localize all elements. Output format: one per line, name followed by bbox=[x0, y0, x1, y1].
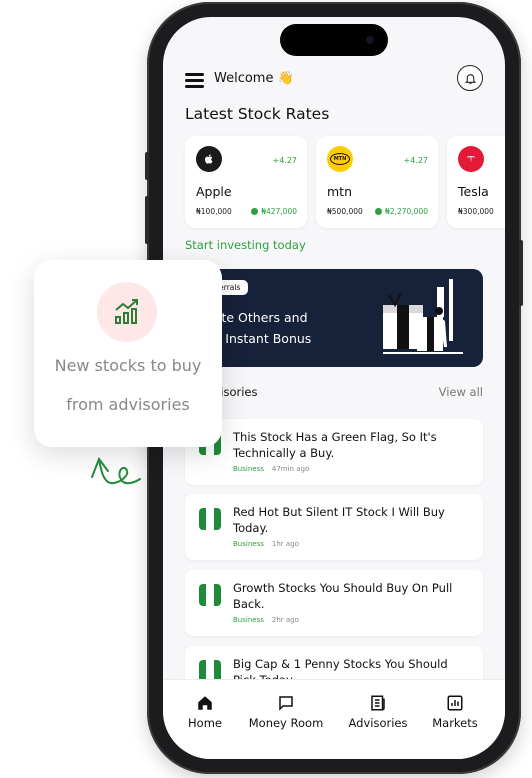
advisory-time: 1hr ago bbox=[271, 540, 299, 548]
advisory-headline: Growth Stocks You Should Buy On Pull Bac… bbox=[233, 581, 453, 611]
phone-volume-up bbox=[145, 196, 149, 244]
new-stocks-card[interactable]: New stocks to buy from advisories bbox=[34, 260, 222, 447]
advisory-time: 2hr ago bbox=[271, 616, 299, 624]
stock-change: +4.27 bbox=[272, 156, 297, 165]
nav-label: Markets bbox=[432, 716, 478, 730]
green-flag-icon bbox=[199, 584, 221, 606]
advisory-headline: This Stock Has a Green Flag, So It's Tec… bbox=[233, 430, 437, 460]
advisory-meta: Business 1hr ago bbox=[233, 540, 299, 548]
bar-chart-icon bbox=[447, 695, 463, 711]
float-card-line-1: New stocks to buy bbox=[54, 356, 202, 375]
start-investing-link[interactable]: Start investing today bbox=[185, 238, 306, 252]
mtn-logo-text: MTN bbox=[330, 153, 350, 165]
stock-card-tesla[interactable]: Tesla ₦300,000 bbox=[447, 136, 505, 228]
notification-bell-icon[interactable] bbox=[457, 65, 483, 91]
stock-price: ₦500,000 bbox=[327, 207, 363, 216]
growth-chart-icon bbox=[97, 282, 157, 342]
view-all-link[interactable]: View all bbox=[439, 385, 483, 399]
section-title: Latest Stock Rates bbox=[185, 105, 330, 123]
nav-markets[interactable]: Markets bbox=[415, 694, 495, 730]
stock-card-mtn[interactable]: MTN +4.27 mtn ₦500,000 ₦2,270,000 bbox=[316, 136, 438, 228]
stock-gain: ₦427,000 bbox=[251, 207, 297, 216]
hamburger-menu-icon[interactable] bbox=[185, 73, 204, 88]
nav-label: Home bbox=[188, 716, 222, 730]
advisory-headline: Red Hot But Silent IT Stock I Will Buy T… bbox=[233, 505, 445, 535]
nav-money-room[interactable]: Money Room bbox=[246, 694, 326, 730]
nav-home[interactable]: Home bbox=[165, 694, 245, 730]
mtn-logo-icon: MTN bbox=[327, 146, 353, 172]
stock-gain: ₦2,270,000 bbox=[375, 207, 428, 216]
chat-icon bbox=[279, 696, 293, 711]
advisory-item[interactable]: Red Hot But Silent IT Stock I Will Buy T… bbox=[185, 494, 483, 560]
advisory-category: Business bbox=[233, 616, 264, 624]
phone-side-button bbox=[145, 152, 149, 180]
advisory-category: Business bbox=[233, 540, 264, 548]
stock-change: +4.27 bbox=[403, 156, 428, 165]
advisory-item[interactable]: Growth Stocks You Should Buy On Pull Bac… bbox=[185, 570, 483, 636]
camera-icon bbox=[366, 36, 374, 44]
welcome-text: Welcome 👋 bbox=[214, 71, 294, 86]
gain-dot-icon bbox=[251, 208, 259, 215]
document-icon bbox=[371, 695, 385, 711]
nav-advisories[interactable]: Advisories bbox=[338, 694, 418, 730]
app-header: Welcome 👋 bbox=[185, 65, 483, 93]
stock-name: mtn bbox=[327, 184, 352, 199]
stock-name: Apple bbox=[196, 184, 232, 199]
stock-cards: +4.27 Apple ₦100,000 ₦427,000 MTN +4.27 … bbox=[185, 136, 505, 228]
float-card-line-2: from advisories bbox=[66, 395, 190, 414]
dynamic-island bbox=[280, 24, 388, 56]
stock-price: ₦300,000 bbox=[458, 207, 494, 216]
stock-name: Tesla bbox=[458, 184, 489, 199]
nav-label: Advisories bbox=[348, 716, 408, 730]
stock-price: ₦100,000 bbox=[196, 207, 232, 216]
squiggle-arrow-icon bbox=[91, 456, 141, 485]
apple-logo-icon bbox=[196, 146, 222, 172]
phone-power-button bbox=[519, 240, 523, 306]
advisory-meta: Business 2hr ago bbox=[233, 616, 299, 624]
nav-label: Money Room bbox=[248, 716, 324, 730]
advisory-meta: Business 47min ago bbox=[233, 465, 309, 473]
advisory-category: Business bbox=[233, 465, 264, 473]
gift-illustration bbox=[383, 279, 463, 354]
advisory-time: 47min ago bbox=[271, 465, 310, 473]
referral-banner[interactable]: Referrals Invite Others and Get Instant … bbox=[185, 269, 483, 367]
advisory-item[interactable]: This Stock Has a Green Flag, So It's Tec… bbox=[185, 419, 483, 485]
home-icon bbox=[198, 696, 212, 710]
gain-dot-icon bbox=[375, 208, 383, 215]
stock-card-apple[interactable]: +4.27 Apple ₦100,000 ₦427,000 bbox=[185, 136, 307, 228]
tesla-logo-icon bbox=[458, 146, 484, 172]
bottom-navigation: Home Money Room Advisories Markets bbox=[163, 679, 505, 759]
green-flag-icon bbox=[199, 508, 221, 530]
